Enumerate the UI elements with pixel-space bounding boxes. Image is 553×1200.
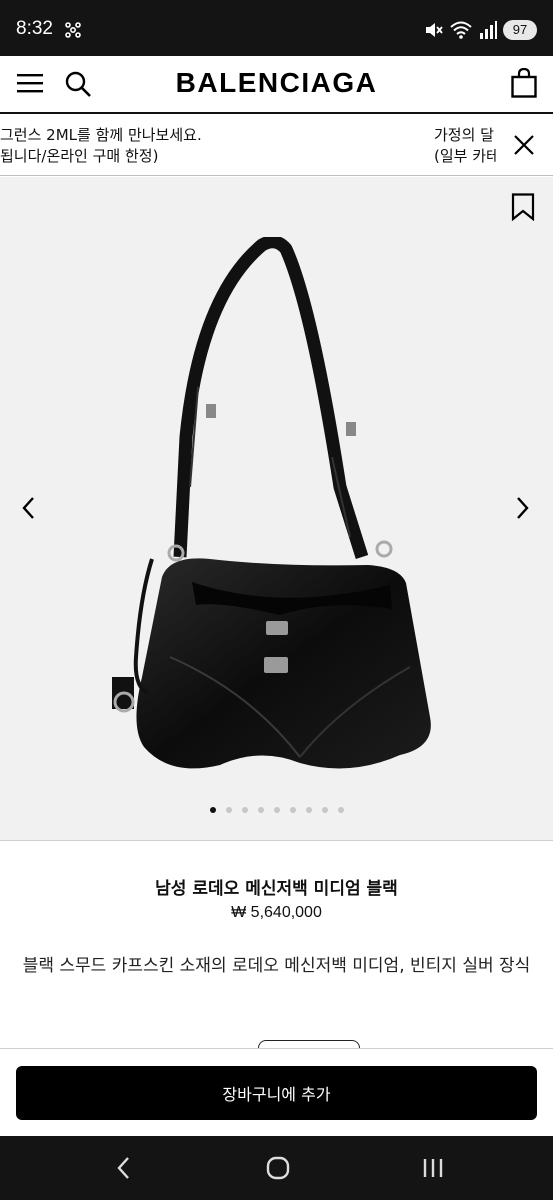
app-notification-icon [65,22,81,38]
system-navigation-bar [0,1136,553,1200]
gallery-dot[interactable] [289,807,296,813]
promo-banner[interactable]: 그런스 2ML를 함께 만나보세요. 됩니다/온라인 구매 한정) 가정의 달 … [0,116,553,176]
product-title: 남성 로데오 메신저백 미디엄 블랙 [155,879,398,899]
battery-indicator: 97 [503,20,537,40]
product-gallery[interactable] [0,177,553,841]
product-description: 블랙 스무드 카프스킨 소재의 로데오 메신저백 미디엄, 빈티지 실버 장식 [22,956,531,976]
gallery-dot[interactable] [241,807,248,813]
gallery-pagination[interactable] [0,807,553,813]
product-image [112,237,431,769]
promo-left-line-2: 됩니다/온라인 구매 한정) [0,147,159,165]
add-to-cart-button[interactable]: 장바구니에 추가 [16,1066,537,1120]
site-header: BALENCIAGA [0,56,553,114]
gallery-dot[interactable] [273,807,280,813]
mute-icon [426,23,443,37]
promo-message-left: 그런스 2ML를 함께 만나보세요. 됩니다/온라인 구매 한정) [0,125,202,167]
sticky-cart-bar: 장바구니에 추가 [0,1048,553,1136]
chevron-right-icon[interactable] [513,495,531,521]
signal-icon [480,21,497,39]
chevron-left-icon[interactable] [20,495,38,521]
promo-message-right: 가정의 달 (일부 카테 [434,125,496,167]
bookmark-icon[interactable] [511,193,535,221]
wifi-icon [450,21,472,39]
gallery-dot[interactable] [257,807,264,813]
back-icon[interactable] [114,1156,134,1180]
shopping-bag-icon[interactable] [511,68,537,98]
close-icon[interactable] [513,134,535,156]
home-icon[interactable] [266,1156,290,1180]
promo-right-line-1: 가정의 달 [434,126,494,144]
product-price: ₩ 5,640,000 [231,904,322,921]
recent-apps-icon[interactable] [421,1156,445,1180]
promo-right-line-2: (일부 카테 [434,147,496,165]
gallery-dot[interactable] [225,807,232,813]
status-time: 8:32 [16,18,53,39]
promo-left-line-1: 그런스 2ML를 함께 만나보세요. [0,126,202,144]
status-bar: 8:32 97 [0,0,553,56]
gallery-dot[interactable] [321,807,328,813]
brand-logo[interactable]: BALENCIAGA [0,67,553,99]
gallery-dot[interactable] [337,807,344,813]
gallery-dot[interactable] [209,807,216,813]
gallery-dot[interactable] [305,807,312,813]
